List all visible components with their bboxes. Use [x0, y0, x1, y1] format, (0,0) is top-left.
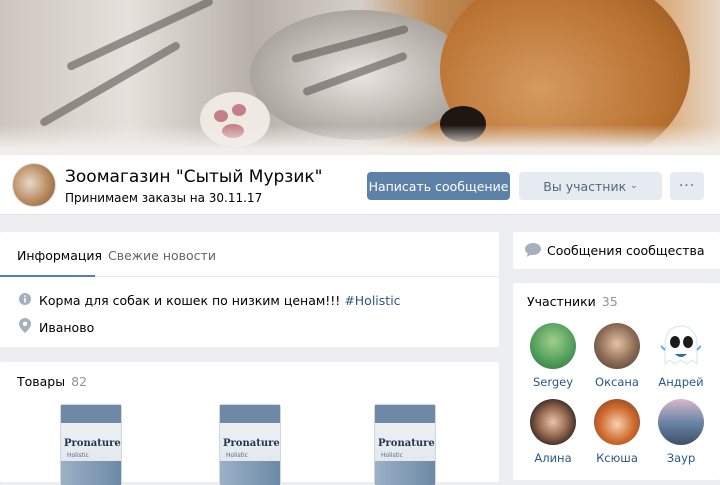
- product-line: Holistic: [67, 452, 89, 459]
- member-alina[interactable]: Алина: [523, 399, 583, 465]
- product-item[interactable]: Pronature Holistic: [219, 404, 281, 485]
- member-sergey[interactable]: Sergey: [523, 323, 583, 389]
- chat-bubble-icon: [525, 243, 541, 261]
- members-card: Участники 35 Sergey Оксана Андрей Алина К…: [513, 283, 720, 480]
- product-image: Pronature Holistic: [219, 404, 281, 485]
- tab-news[interactable]: Свежие новости: [108, 248, 216, 263]
- membership-label: Вы участник: [543, 178, 627, 194]
- community-messages-link[interactable]: Сообщения сообщества: [513, 232, 720, 269]
- member-ksyusha[interactable]: Ксюша: [587, 399, 647, 465]
- avatar: [594, 323, 640, 369]
- products-header[interactable]: Товары 82: [17, 374, 87, 389]
- member-name: Оксана: [595, 375, 639, 389]
- product-item[interactable]: Pronature Holistic: [60, 404, 122, 485]
- product-brand: Pronature: [378, 438, 435, 449]
- product-item[interactable]: Pronature Holistic: [374, 404, 436, 485]
- member-name: Sergey: [532, 375, 574, 389]
- avatar: [530, 399, 576, 445]
- ghost-avatar: [658, 323, 704, 369]
- avatar: [658, 399, 704, 445]
- products-count: 82: [71, 374, 88, 389]
- product-line: Holistic: [226, 452, 248, 459]
- hashtag-link[interactable]: #Holistic: [344, 293, 400, 308]
- avatar: [530, 323, 576, 369]
- member-name: Заур: [666, 451, 696, 465]
- products-card: Товары 82 Pronature Holistic Pronature Ho…: [0, 362, 499, 485]
- tab-information[interactable]: Информация: [17, 248, 102, 263]
- description-row: Корма для собак и кошек по низким ценам!…: [17, 292, 401, 309]
- group-avatar[interactable]: [12, 163, 56, 207]
- members-title: Участники: [527, 294, 596, 309]
- member-name: Алина: [534, 451, 572, 465]
- members-count: 35: [601, 294, 618, 309]
- product-brand: Pronature: [223, 438, 280, 449]
- avatar: [594, 399, 640, 445]
- product-image: Pronature Holistic: [60, 404, 122, 485]
- more-actions-button[interactable]: ···: [670, 172, 704, 200]
- member-name: Ксюша: [596, 451, 638, 465]
- info-tabs: Информация Свежие новости: [0, 232, 499, 277]
- group-header: Зоомагазин "Сытый Мурзик" Принимаем зака…: [0, 155, 720, 215]
- membership-button[interactable]: Вы участник ⌄: [519, 172, 662, 200]
- group-name: Зоомагазин "Сытый Мурзик": [65, 167, 323, 187]
- info-icon: [17, 292, 33, 309]
- cover-blanket: [0, 125, 720, 155]
- group-description: Корма для собак и кошек по низким ценам!…: [39, 293, 341, 308]
- member-andrey[interactable]: Андрей: [651, 323, 711, 389]
- member-oksana[interactable]: Оксана: [587, 323, 647, 389]
- cover-image: [0, 0, 720, 155]
- group-status: Принимаем заказы на 30.11.17: [65, 191, 263, 205]
- product-image: Pronature Holistic: [374, 404, 436, 485]
- chevron-down-icon: ⌄: [630, 181, 638, 191]
- product-line: Holistic: [381, 452, 403, 459]
- community-messages-label: Сообщения сообщества: [547, 243, 705, 258]
- group-location: Иваново: [39, 319, 95, 335]
- products-title: Товары: [17, 374, 66, 389]
- active-tab-indicator: [0, 275, 95, 277]
- member-name: Андрей: [658, 375, 704, 389]
- cover-cat-stripe: [38, 40, 182, 128]
- location-row: Иваново: [17, 318, 94, 336]
- members-header[interactable]: Участники 35: [527, 294, 618, 309]
- info-card: Информация Свежие новости Корма для соба…: [0, 232, 499, 347]
- location-pin-icon: [17, 318, 33, 336]
- product-brand: Pronature: [64, 438, 121, 449]
- send-message-button[interactable]: Написать сообщение: [367, 172, 510, 200]
- member-zaur[interactable]: Заур: [651, 399, 711, 465]
